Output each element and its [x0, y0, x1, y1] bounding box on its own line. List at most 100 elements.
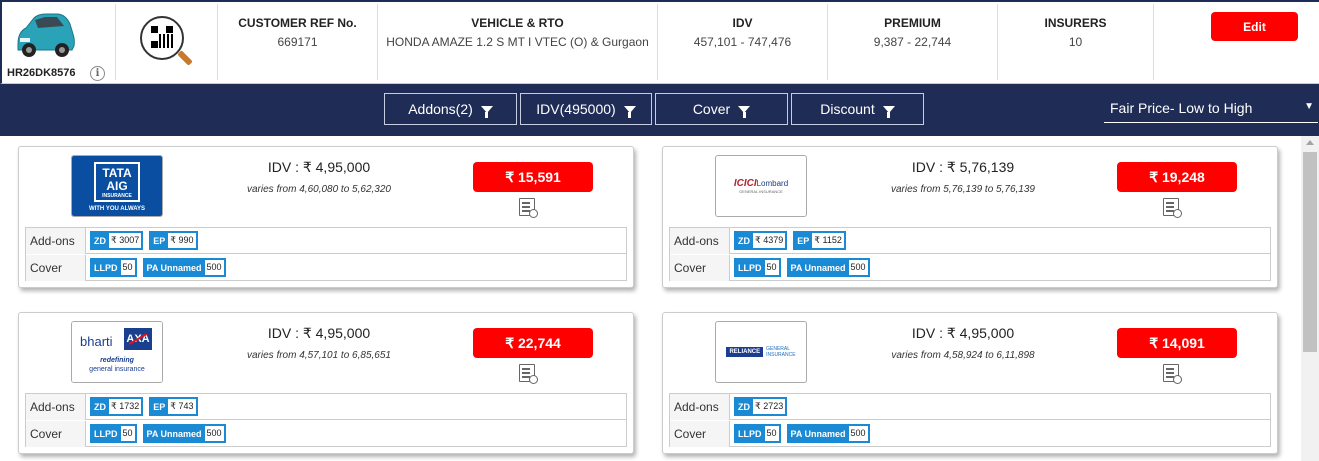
- premium-range-value: 9,387 - 22,744: [873, 35, 952, 49]
- customer-ref-value: 669171: [277, 35, 318, 49]
- customer-ref-label: CUSTOMER REF No.: [238, 16, 357, 30]
- qr-search-cell[interactable]: [120, 4, 218, 80]
- card-idv-range: varies from 4,60,080 to 5,62,320: [247, 184, 391, 195]
- addon-chip: ZD ₹ 3007: [90, 231, 144, 250]
- buy-price-button[interactable]: ₹ 22,744: [473, 328, 593, 358]
- idv-range-value: 457,101 - 747,476: [693, 35, 792, 49]
- discount-filter-label: Discount: [820, 101, 875, 117]
- sort-select-value: Fair Price- Low to High: [1110, 100, 1253, 116]
- insurers-label: INSURERS: [1044, 16, 1107, 30]
- filter-icon: [738, 105, 751, 118]
- discount-filter-button[interactable]: Discount: [791, 93, 924, 125]
- scroll-thumb[interactable]: [1303, 152, 1317, 352]
- quote-summary-header: HR26DK8576 i CUSTOMER REF No. 669171 VEH…: [0, 0, 1319, 84]
- quote-card-bharti-axa: bharti AXA redefining general insurance …: [18, 312, 634, 454]
- quotes-list: TATA AIG INSURANCE WITH YOU ALWAYS IDV :…: [0, 136, 1301, 461]
- logo-tagline: WITH YOU ALWAYS: [88, 206, 146, 212]
- idv-label: IDV: [732, 16, 753, 30]
- filter-icon: [623, 105, 636, 118]
- card-idv-range: varies from 5,76,139 to 5,76,139: [891, 184, 1035, 195]
- cover-chip: LLPD 50: [90, 424, 137, 443]
- logo-text-line2: AIG: [106, 179, 128, 193]
- filter-icon: [480, 105, 493, 118]
- magnifier-handle: [177, 50, 193, 66]
- car-image: [17, 13, 75, 57]
- logo-text-line3: INSURANCE: [766, 352, 796, 358]
- insurer-logo: bharti AXA redefining general insurance: [71, 321, 163, 383]
- cover-chip: PA Unnamed 500: [786, 258, 870, 277]
- cover-filter-button[interactable]: Cover: [655, 93, 788, 125]
- premium-column: PREMIUM 9,387 - 22,744: [828, 4, 998, 80]
- card-details-table: Add-ons ZD ₹ 2723 Cover LLPD 50 PA Unnamed…: [669, 393, 1271, 447]
- addon-chip: EP ₹ 1152: [793, 231, 846, 250]
- sort-select[interactable]: Fair Price- Low to High ▼: [1104, 93, 1318, 123]
- quote-card-reliance: RELIANCE GENERAL INSURANCE IDV : ₹ 4,95,0…: [662, 312, 1278, 454]
- cover-chip: PA Unnamed 500: [142, 258, 226, 277]
- logo-text-line3: INSURANCE: [102, 193, 132, 199]
- buy-price-button[interactable]: ₹ 19,248: [1117, 162, 1237, 192]
- idv-filter-button[interactable]: IDV(495000): [520, 93, 652, 125]
- cover-row-label: Cover: [26, 421, 86, 447]
- logo-text-line2: AXA: [124, 328, 152, 350]
- filter-icon: [882, 105, 895, 118]
- card-idv-range: varies from 4,58,924 to 6,11,898: [891, 350, 1035, 361]
- vertical-scrollbar[interactable]: [1301, 136, 1319, 461]
- cover-row-label: Cover: [670, 421, 730, 447]
- card-details-table: Add-ons ZD ₹ 4379 EP ₹ 1152 Cover LLPD 50 P…: [669, 227, 1271, 281]
- vehicle-rto-column: VEHICLE & RTO HONDA AMAZE 1.2 S MT I VTE…: [378, 4, 658, 80]
- addons-row-label: Add-ons: [26, 394, 86, 420]
- policy-details-icon[interactable]: [1163, 198, 1182, 218]
- filter-bar: Addons(2) IDV(495000) Cover Discount Fai…: [0, 84, 1319, 136]
- card-idv: IDV : ₹ 4,95,000: [267, 159, 371, 175]
- insurers-column: INSURERS 10: [998, 4, 1154, 80]
- addons-row-label: Add-ons: [670, 394, 730, 420]
- registration-number: HR26DK8576: [7, 67, 76, 79]
- idv-column: IDV 457,101 - 747,476: [658, 4, 828, 80]
- policy-details-icon[interactable]: [519, 198, 538, 218]
- cover-row-label: Cover: [670, 255, 730, 281]
- chevron-down-icon: ▼: [1304, 101, 1314, 112]
- policy-details-icon[interactable]: [1163, 364, 1182, 384]
- scroll-up-icon[interactable]: [1306, 140, 1314, 145]
- addon-chip: ZD ₹ 2723: [734, 397, 788, 416]
- cover-chip: PA Unnamed 500: [786, 424, 870, 443]
- logo-text-line2: Lombard: [756, 179, 789, 188]
- insurer-logo: RELIANCE GENERAL INSURANCE: [715, 321, 807, 383]
- logo-tagline: general insurance: [89, 366, 145, 373]
- card-details-table: Add-ons ZD ₹ 3007 EP ₹ 990 Cover LLPD 50 PA…: [25, 227, 627, 281]
- insurer-logo: ICICILombard GENERAL INSURANCE: [715, 155, 807, 217]
- logo-text-line1: bharti: [80, 334, 113, 349]
- insurer-logo: TATA AIG INSURANCE WITH YOU ALWAYS: [71, 155, 163, 217]
- card-idv: IDV : ₹ 5,76,139: [911, 159, 1015, 175]
- cover-filter-label: Cover: [692, 101, 731, 117]
- cover-chip: LLPD 50: [90, 258, 137, 277]
- logo-text-line1: ICICI: [733, 178, 757, 189]
- quote-card-icici-lombard: ICICILombard GENERAL INSURANCE IDV : ₹ 5…: [662, 146, 1278, 288]
- addons-row-label: Add-ons: [670, 228, 730, 254]
- addons-row-label: Add-ons: [26, 228, 86, 254]
- policy-details-icon[interactable]: [519, 364, 538, 384]
- cover-chip: PA Unnamed 500: [142, 424, 226, 443]
- vehicle-rto-label: VEHICLE & RTO: [471, 16, 564, 30]
- logo-text-line3: GENERAL INSURANCE: [739, 189, 783, 194]
- qr-code-icon: [151, 26, 173, 48]
- idv-filter-label: IDV(495000): [536, 101, 616, 117]
- card-details-table: Add-ons ZD ₹ 1732 EP ₹ 743 Cover LLPD 50 PA…: [25, 393, 627, 447]
- addons-filter-button[interactable]: Addons(2): [384, 93, 517, 125]
- info-icon[interactable]: i: [90, 66, 105, 81]
- vehicle-cell: HR26DK8576 i: [4, 4, 116, 81]
- insurers-count: 10: [1068, 35, 1083, 49]
- card-idv: IDV : ₹ 4,95,000: [267, 325, 371, 341]
- customer-ref-column: CUSTOMER REF No. 669171: [218, 4, 378, 80]
- buy-price-button[interactable]: ₹ 15,591: [473, 162, 593, 192]
- addon-chip: ZD ₹ 4379: [734, 231, 788, 250]
- card-idv-range: varies from 4,57,101 to 6,85,651: [247, 350, 391, 361]
- buy-price-button[interactable]: ₹ 14,091: [1117, 328, 1237, 358]
- logo-text-line3: redefining: [100, 357, 134, 364]
- cover-chip: LLPD 50: [734, 258, 781, 277]
- addon-chip: EP ₹ 990: [149, 231, 198, 250]
- logo-text-line1: RELIANCE: [726, 347, 764, 357]
- edit-button[interactable]: Edit: [1211, 12, 1298, 41]
- premium-label: PREMIUM: [884, 16, 941, 30]
- addons-filter-label: Addons(2): [408, 101, 473, 117]
